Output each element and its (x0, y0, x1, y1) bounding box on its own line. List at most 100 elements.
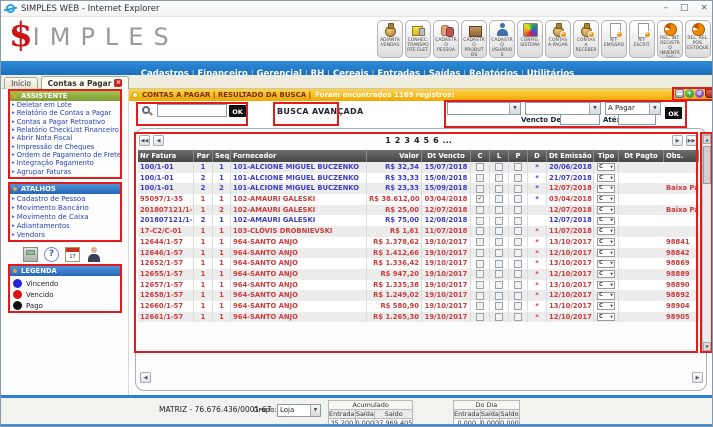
scroll-right-button[interactable]: ▶ (692, 372, 703, 383)
sidebar-link[interactable]: ▸Cadastro de Pessoa (10, 194, 120, 203)
toolbar-button[interactable]: CADASTRO PRODUTOS (461, 20, 487, 58)
tipo-select[interactable]: C▼ (597, 195, 615, 203)
sidebar-link[interactable]: ▸Movimento de Caixa (10, 212, 120, 221)
tipo-select[interactable]: C▼ (597, 249, 615, 257)
print-icon[interactable] (675, 89, 684, 98)
checkbox-c[interactable] (476, 270, 484, 278)
column-header[interactable]: Tipo (594, 150, 619, 162)
toolbar-button[interactable]: ADIANTA VENDAS (377, 20, 403, 58)
checkbox-p[interactable] (514, 281, 522, 289)
tipo-select[interactable]: C▼ (597, 238, 615, 246)
checkbox-l[interactable] (495, 249, 503, 257)
checkbox-p[interactable] (514, 238, 522, 246)
ate-input[interactable] (618, 114, 656, 125)
tipo-select[interactable]: C▼ (597, 270, 615, 278)
help-icon[interactable] (44, 247, 59, 262)
table-row[interactable]: 100/1-0122101-ALCIONE MIGUEL BUCZENKOR$ … (138, 183, 699, 194)
table-row[interactable]: 12657/1-5711964-SANTO ANJOR$ 1.335,3819/… (138, 280, 699, 291)
checkbox-c[interactable] (476, 313, 484, 321)
checkbox-p[interactable] (514, 249, 522, 257)
checkbox-c[interactable] (476, 195, 484, 203)
last-page-button[interactable]: ▶▶ (686, 135, 697, 146)
checkbox-p[interactable] (514, 195, 522, 203)
checkbox-l[interactable] (495, 163, 503, 171)
sidebar-link[interactable]: ▸Deletar em Lote (10, 101, 120, 109)
table-row[interactable]: 12655/1-5711964-SANTO ANJOR$ 947,2019/10… (138, 269, 699, 280)
checkbox-c[interactable] (476, 206, 484, 214)
person-icon[interactable] (86, 247, 101, 262)
tipo-select[interactable]: C▼ (597, 302, 615, 310)
scroll-left-button[interactable]: ◀ (140, 372, 151, 383)
grupo-select[interactable]: Loja▼ (277, 404, 321, 417)
column-header[interactable]: Seq (213, 150, 231, 162)
checkbox-l[interactable] (495, 313, 503, 321)
checkbox-p[interactable] (514, 227, 522, 235)
tipo-select[interactable]: C▼ (597, 260, 615, 268)
page-number[interactable]: 3 (404, 136, 410, 145)
checkbox-c[interactable] (476, 249, 484, 257)
table-row[interactable]: 201807121/1-0121102-AMAURI GALESKIR$ 75,… (138, 215, 699, 226)
checkbox-c[interactable] (476, 238, 484, 246)
checkbox-c[interactable] (476, 302, 484, 310)
column-header[interactable]: Fornecedor (231, 150, 367, 162)
checkbox-c[interactable] (476, 281, 484, 289)
checkbox-p[interactable] (514, 163, 522, 171)
tipo-select[interactable]: C▼ (597, 185, 615, 193)
checkbox-c[interactable] (476, 174, 484, 182)
page-number[interactable]: ... (443, 136, 452, 145)
table-row[interactable]: 12644/1-5711964-SANTO ANJOR$ 1.378,6219/… (138, 237, 699, 248)
checkbox-l[interactable] (495, 195, 503, 203)
checkbox-l[interactable] (495, 302, 503, 310)
column-header[interactable]: Dt Pagto (619, 150, 664, 162)
close-button[interactable]: × (700, 1, 708, 16)
sidebar-link[interactable]: ▸Abrir Nota Fiscal (10, 134, 120, 142)
scroll-up-icon[interactable]: ▲ (703, 135, 711, 144)
page-number[interactable]: 4 (414, 136, 420, 145)
column-header[interactable]: Obs. (664, 150, 699, 162)
checkbox-p[interactable] (514, 313, 522, 321)
table-row[interactable]: 12652/1-5711964-SANTO ANJOR$ 1.336,4219/… (138, 258, 699, 269)
checkbox-l[interactable] (495, 206, 503, 214)
checkbox-p[interactable] (514, 217, 522, 225)
checkbox-c[interactable] (476, 260, 484, 268)
calculator-icon[interactable] (23, 247, 38, 262)
checkbox-p[interactable] (514, 302, 522, 310)
checkbox-l[interactable] (495, 238, 503, 246)
checkbox-p[interactable] (514, 292, 522, 300)
toolbar-button[interactable]: +N F ESCRIT. (629, 20, 655, 58)
tab-close-icon[interactable]: × (114, 79, 122, 87)
toolbar-button[interactable]: +N F EMISSÃO (601, 20, 627, 58)
trash-icon[interactable] (705, 89, 713, 98)
checkbox-l[interactable] (495, 227, 503, 235)
tipo-select[interactable]: C▼ (597, 292, 615, 300)
tipo-select[interactable]: C▼ (597, 217, 615, 225)
table-row[interactable]: 12660/1-5711964-SANTO ANJOR$ 580,9019/10… (138, 301, 699, 312)
checkbox-l[interactable] (495, 260, 503, 268)
column-header[interactable]: P (509, 150, 528, 162)
maximize-button[interactable]: □ (680, 1, 689, 16)
sidebar-link[interactable]: ▸Agrupar Faturas (10, 167, 120, 175)
page-number[interactable]: 1 (385, 136, 391, 145)
toolbar-button[interactable]: +CONTAS A PAGAR (545, 20, 571, 58)
vertical-scrollbar[interactable]: ▲ ▼ (702, 134, 712, 352)
column-header[interactable]: D (528, 150, 547, 162)
table-row[interactable]: 17-C2/C-0111103-CLÓVIS DROBNIEVSKIR$ 1,6… (138, 226, 699, 237)
column-header[interactable]: C (471, 150, 490, 162)
table-row[interactable]: 201807121/1-0112102-AMAURI GALESKIR$ 25,… (138, 205, 699, 216)
page-number[interactable]: 5 (424, 136, 430, 145)
filter-ok-button[interactable]: OK (665, 107, 682, 119)
sidebar-link[interactable]: ▸Vendors (10, 231, 120, 240)
checkbox-c[interactable] (476, 217, 484, 225)
tab-inicio[interactable]: Início (4, 77, 38, 89)
checkbox-l[interactable] (495, 270, 503, 278)
toolbar-button[interactable]: CADASTRO PESSOA (433, 20, 459, 58)
table-row[interactable]: 12661/1-5711964-SANTO ANJOR$ 1.265,3019/… (138, 312, 699, 323)
checkbox-p[interactable] (514, 260, 522, 268)
table-row[interactable]: 100/1-0111101-ALCIONE MIGUEL BUCZENKOR$ … (138, 162, 699, 173)
table-row[interactable]: 12658/1-5711964-SANTO ANJOR$ 1.249,0219/… (138, 290, 699, 301)
column-header[interactable]: L (490, 150, 509, 162)
toolbar-button[interactable]: CONHEC. TRANSPORTE ELET. (405, 20, 431, 58)
page-number[interactable]: 2 (395, 136, 401, 145)
checkbox-c[interactable] (476, 227, 484, 235)
checkbox-l[interactable] (495, 217, 503, 225)
